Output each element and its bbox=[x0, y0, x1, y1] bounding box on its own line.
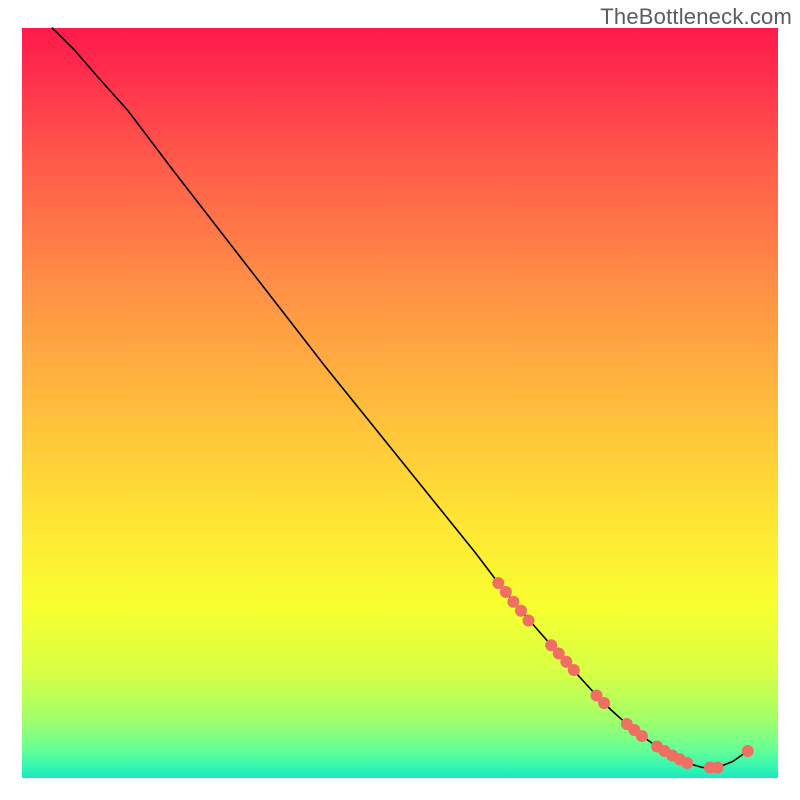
highlight-point bbox=[742, 745, 754, 757]
highlight-point bbox=[568, 664, 580, 676]
chart-container: TheBottleneck.com bbox=[0, 0, 800, 800]
highlight-point bbox=[500, 586, 512, 598]
chart-svg bbox=[0, 0, 800, 800]
highlight-point bbox=[523, 615, 535, 627]
highlight-point bbox=[598, 697, 610, 709]
plot-background bbox=[22, 28, 778, 778]
highlight-point bbox=[636, 730, 648, 742]
highlight-point bbox=[712, 762, 724, 774]
highlight-point bbox=[681, 757, 693, 769]
highlight-point bbox=[515, 605, 527, 617]
watermark-text: TheBottleneck.com bbox=[600, 4, 792, 30]
